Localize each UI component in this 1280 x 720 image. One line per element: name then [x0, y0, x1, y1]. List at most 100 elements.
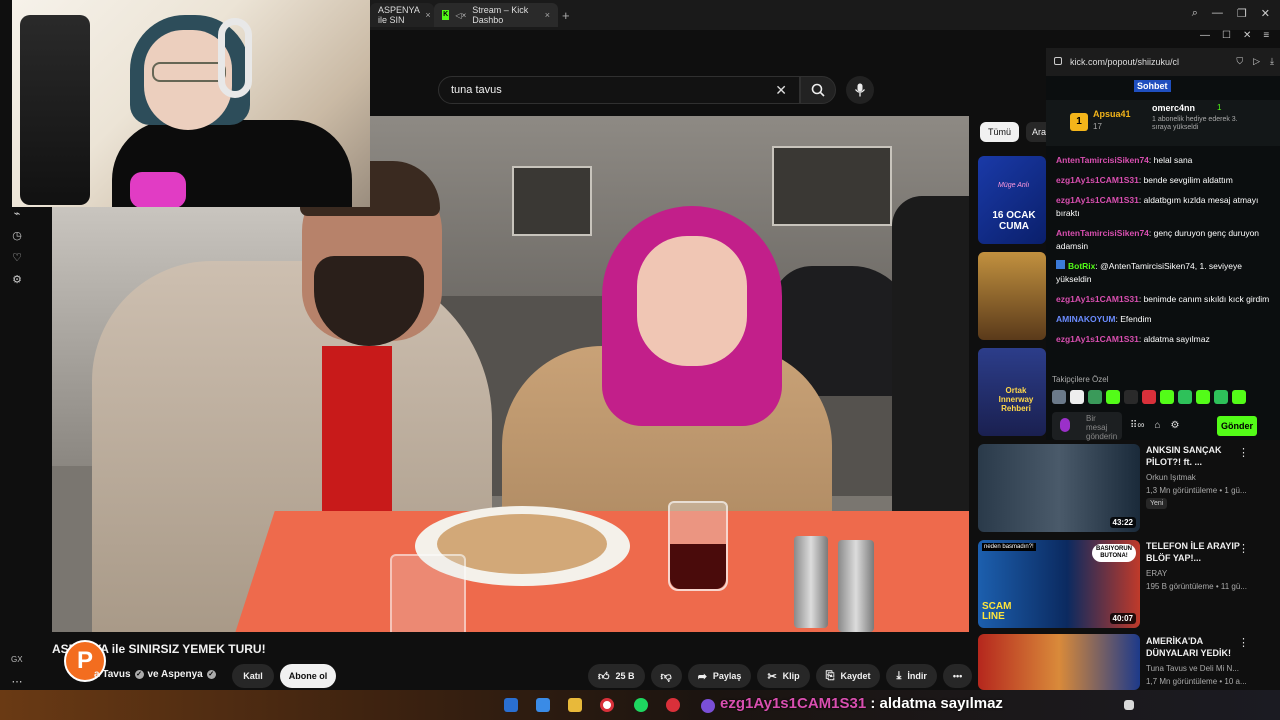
- tab-kick-dashboard[interactable]: K ◁× Stream – Kick Dashbo ×: [434, 3, 558, 27]
- emote-icon[interactable]: [1196, 390, 1210, 404]
- edge-icon[interactable]: [504, 698, 518, 712]
- chip-all[interactable]: Tümü: [980, 122, 1019, 142]
- collab-name[interactable]: ve Aspenya: [148, 669, 203, 680]
- close-icon[interactable]: ✕: [1243, 30, 1251, 41]
- emote-icon[interactable]: [1124, 390, 1138, 404]
- like-button[interactable]: 👍︎ 25 B: [588, 664, 645, 688]
- send-icon[interactable]: ▷: [1253, 56, 1260, 67]
- channel-name[interactable]: a Tavus: [94, 669, 131, 680]
- emote-icon[interactable]: [1088, 390, 1102, 404]
- rec-thumbnail[interactable]: neden basmadın?! BASIYORUN BUTONA! SCAM …: [978, 540, 1140, 628]
- rec-channel[interactable]: Tuna Tavus ve Deli Mi N...: [1146, 663, 1250, 674]
- emote-icon[interactable]: [1070, 390, 1084, 404]
- rec-thumbnail[interactable]: [978, 634, 1140, 690]
- store-icon[interactable]: [536, 698, 550, 712]
- minimize-icon[interactable]: —: [1200, 30, 1210, 41]
- like-count: 25 B: [615, 671, 635, 681]
- close-icon[interactable]: ×: [425, 10, 430, 20]
- close-icon[interactable]: ×: [545, 10, 550, 20]
- browser-tab-strip: ASPENYA ile SIN × K ◁× Stream – Kick Das…: [370, 0, 1280, 30]
- emote-icon[interactable]: [1178, 390, 1192, 404]
- emote-icon[interactable]: [1142, 390, 1156, 404]
- minimize-icon[interactable]: —: [1212, 7, 1223, 20]
- menu-icon[interactable]: ≡: [1263, 30, 1269, 41]
- search-icon[interactable]: ⌕: [1192, 7, 1198, 20]
- rec-thumbnail[interactable]: 43:22: [978, 444, 1140, 532]
- bot-badge-icon: [1056, 260, 1065, 269]
- chat-username[interactable]: ezg1Ay1s1CAM1S31: [1056, 334, 1139, 344]
- gift-icon[interactable]: ⌂: [1154, 420, 1160, 431]
- history-icon[interactable]: ◷: [11, 230, 23, 242]
- rec-thumbnail[interactable]: Ortak Innerway Rehberi: [978, 348, 1046, 436]
- gifter-username[interactable]: omerc4nn: [1152, 103, 1195, 113]
- chat-message: ezg1Ay1s1CAM1S31: aldatbgım kızlda mesaj…: [1056, 195, 1259, 218]
- chat-username[interactable]: AntenTamircisiSiken74: [1056, 155, 1149, 165]
- like-icon[interactable]: ♡: [11, 252, 23, 264]
- emote-icon[interactable]: [1160, 390, 1174, 404]
- emote-icon[interactable]: [1232, 390, 1246, 404]
- more-icon[interactable]: ⋯: [11, 676, 23, 688]
- rec-thumbnail[interactable]: 16 OCAK CUMA Müge Anlı: [978, 156, 1046, 244]
- rec-title[interactable]: AMERİKA'DA DÜNYALARI YEDİK!: [1146, 635, 1250, 659]
- more-actions-button[interactable]: •••: [942, 664, 973, 688]
- emote-icon[interactable]: [1106, 390, 1120, 404]
- download-button[interactable]: ⤓ İndir: [886, 664, 937, 688]
- chat-message: ezg1Ay1s1CAM1S31: aldatma sayılmaz: [1056, 334, 1210, 344]
- chat-input[interactable]: Bir mesaj gönderin: [1052, 412, 1122, 441]
- search-button[interactable]: [800, 76, 836, 104]
- popout-address-bar[interactable]: kick.com/popout/shiizuku/cl ⛉ ▷ ⤓: [1046, 48, 1280, 76]
- gx-label: GX: [11, 655, 23, 664]
- rec-channel[interactable]: ERAY: [1146, 568, 1250, 579]
- shield-icon[interactable]: ⛉: [1236, 56, 1243, 67]
- folder-icon[interactable]: [568, 698, 582, 712]
- chat-username[interactable]: AntenTamircisiSiken74: [1056, 228, 1149, 238]
- chat-username[interactable]: BotRix: [1068, 261, 1095, 271]
- rec-title[interactable]: TELEFON İLE ARAYIP BLÖF YAP!...: [1146, 540, 1250, 564]
- share-icon[interactable]: ⠿∞: [1130, 420, 1144, 431]
- rec-title[interactable]: ANKSIN SANÇAK PİLOT?! ft. ...: [1146, 444, 1250, 468]
- save-button[interactable]: ⎘ Kaydet: [815, 664, 881, 688]
- chat-username[interactable]: ezg1Ay1s1CAM1S31: [1056, 195, 1139, 205]
- maximize-icon[interactable]: ☐: [1222, 30, 1231, 41]
- clip-icon[interactable]: ⌁: [11, 208, 23, 220]
- rec-more-icon[interactable]: ⋮: [1238, 446, 1249, 459]
- tab-youtube[interactable]: ASPENYA ile SIN ×: [370, 3, 434, 27]
- rec-more-icon[interactable]: ⋮: [1238, 542, 1249, 555]
- clear-search-icon[interactable]: ✕: [775, 82, 787, 99]
- settings-icon[interactable]: ⚙: [1171, 420, 1180, 431]
- kick-chat-popout: kick.com/popout/shiizuku/cl ⛉ ▷ ⤓ Sohbet…: [1046, 48, 1280, 441]
- video-wine: [670, 544, 726, 589]
- chat-username[interactable]: ezg1Ay1s1CAM1S31: [1056, 175, 1139, 185]
- download-icon[interactable]: ⤓: [1270, 56, 1274, 67]
- microphone-icon: [854, 83, 866, 97]
- rec-more-icon[interactable]: ⋮: [1238, 636, 1249, 649]
- voice-search-button[interactable]: [846, 76, 874, 104]
- opera-icon[interactable]: [600, 698, 614, 712]
- search-input[interactable]: [451, 84, 776, 96]
- chat-username[interactable]: ezg1Ay1s1CAM1S31: [1056, 294, 1139, 304]
- leader-username[interactable]: Apsua41: [1093, 109, 1131, 119]
- settings-icon[interactable]: ⚙: [11, 274, 23, 286]
- join-button[interactable]: Katıl: [232, 664, 274, 688]
- subscribe-button[interactable]: Abone ol: [280, 664, 336, 688]
- address-bar-icons: ⛉ ▷ ⤓: [1236, 56, 1274, 67]
- rec-thumb-top: Müge Anlı: [998, 182, 1030, 189]
- app-icon[interactable]: [666, 698, 680, 712]
- send-button[interactable]: Gönder: [1217, 416, 1257, 436]
- clip-button[interactable]: ✂ Klip: [757, 664, 810, 688]
- tray-icon[interactable]: [1124, 700, 1134, 710]
- share-button[interactable]: ➦ Paylaş: [687, 664, 752, 688]
- restore-icon[interactable]: ❐: [1237, 7, 1247, 20]
- chat-tab-title[interactable]: Sohbet: [1134, 80, 1171, 92]
- rec-channel[interactable]: Orkun Işıtmak: [1146, 472, 1250, 483]
- emote-icon[interactable]: [1214, 390, 1228, 404]
- chat-username[interactable]: AMINAKOYUM: [1056, 314, 1116, 324]
- spotify-icon[interactable]: [634, 698, 648, 712]
- chat-message: AMINAKOYUM: Efendim: [1056, 314, 1152, 324]
- webcam-glasses: [152, 62, 226, 82]
- dislike-button[interactable]: 👎︎: [650, 664, 682, 688]
- new-tab-button[interactable]: +: [562, 8, 570, 23]
- close-window-icon[interactable]: ✕: [1261, 7, 1270, 20]
- rec-thumbnail[interactable]: [978, 252, 1046, 340]
- emote-icon[interactable]: [1052, 390, 1066, 404]
